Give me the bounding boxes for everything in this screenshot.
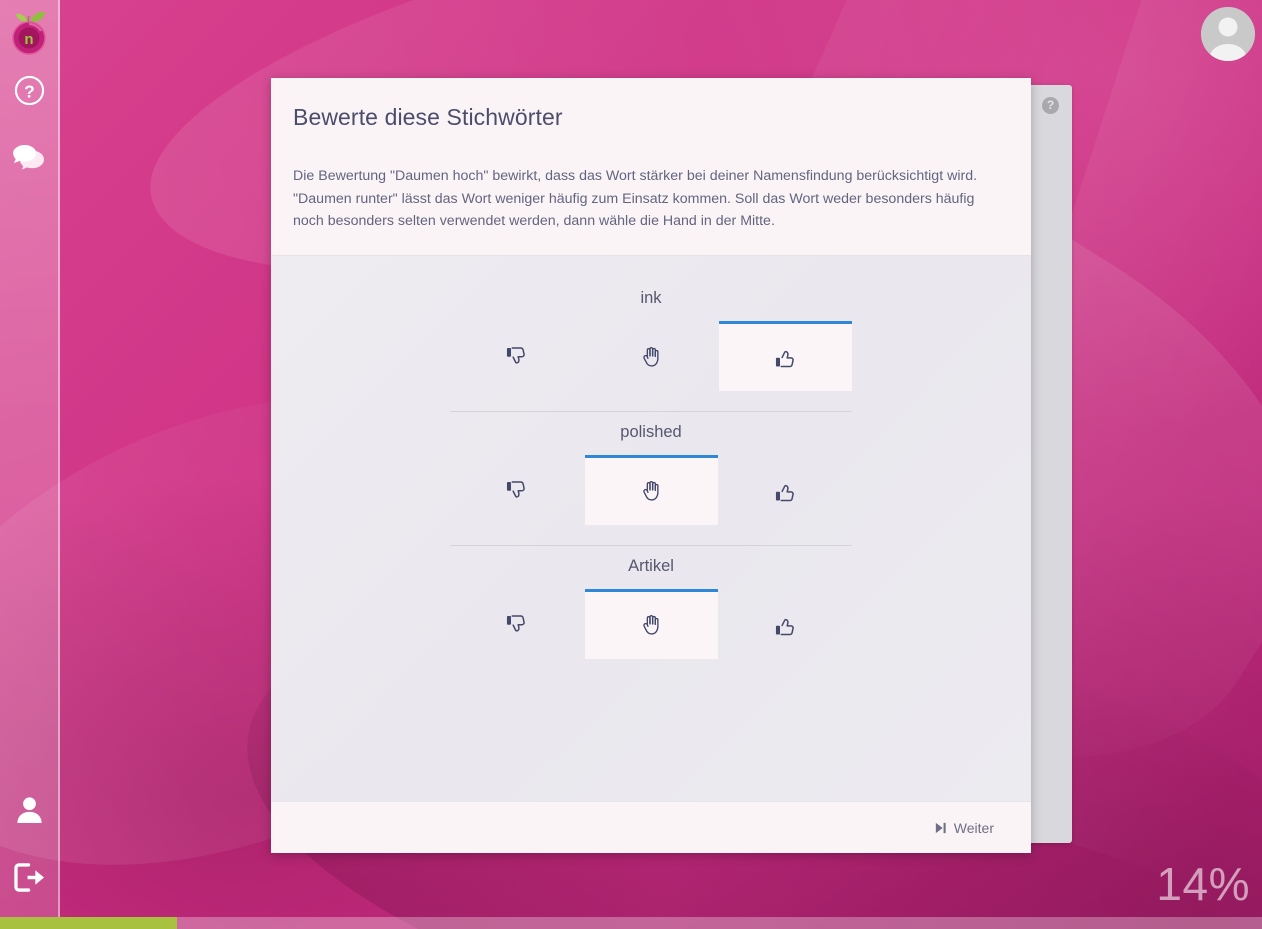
rating-option-up[interactable]	[719, 455, 852, 525]
rating-modal: Bewerte diese Stichwörter Die Bewertung …	[271, 78, 1031, 853]
progress-bar-fill	[0, 917, 177, 929]
rating-option-neutral[interactable]	[585, 321, 718, 391]
app-logo[interactable]: n	[7, 10, 51, 56]
row-separator	[450, 679, 852, 680]
keyword-rating-list: ink polished Artikel	[271, 255, 1031, 801]
open-hand-icon	[642, 480, 659, 501]
speech-bubbles-icon	[12, 144, 44, 170]
app-root: n ? Hilfe Feedback Benutzerkonto	[0, 0, 1262, 929]
keyword-label: Artikel	[628, 556, 674, 575]
avatar-placeholder-icon	[1201, 7, 1255, 61]
next-button-label: Weiter	[953, 819, 994, 836]
logout-icon	[13, 862, 44, 892]
sidebar-item-help[interactable]: ? Hilfe	[0, 56, 59, 124]
page-title: Bewerte diese Stichwörter	[293, 104, 563, 130]
rating-option-neutral[interactable]	[584, 454, 718, 525]
sidebar-item-logout[interactable]: Abmelden	[0, 843, 59, 911]
rating-option-down[interactable]	[450, 321, 583, 391]
next-button[interactable]: Weiter	[933, 816, 996, 840]
berry-logo-icon: n	[12, 11, 46, 55]
rating-option-group	[450, 454, 852, 525]
rating-option-group	[450, 320, 852, 391]
sidebar-item-feedback[interactable]: Feedback	[0, 124, 59, 192]
open-hand-icon	[642, 614, 659, 635]
side-help-panel: ?	[1030, 85, 1072, 843]
progress-bar-track	[0, 917, 1262, 929]
keyword-label: ink	[640, 288, 662, 307]
modal-header: Bewerte diese Stichwörter Die Bewertung …	[271, 78, 1031, 256]
thumbs-down-icon	[506, 346, 525, 364]
open-hand-icon	[642, 346, 659, 367]
thumbs-down-icon	[506, 614, 525, 632]
rating-option-neutral[interactable]	[584, 588, 718, 659]
thumbs-down-icon	[506, 480, 525, 498]
thumbs-up-icon	[775, 484, 794, 501]
modal-footer: Weiter	[271, 801, 1031, 853]
avatar[interactable]	[1201, 7, 1255, 61]
sidebar-item-account[interactable]: Benutzerkonto	[0, 775, 59, 843]
thumbs-up-icon	[775, 618, 794, 635]
svg-text:n: n	[24, 31, 33, 48]
question-circle-icon: ?	[14, 75, 44, 105]
keyword-rating-row: polished	[450, 412, 852, 546]
sidebar: n ? Hilfe Feedback Benutzerkonto	[0, 0, 60, 917]
question-mark-icon[interactable]: ?	[1042, 97, 1059, 114]
user-icon	[16, 796, 42, 823]
progress-percent-label: 14%	[1156, 858, 1250, 910]
svg-text:?: ?	[24, 81, 35, 101]
keyword-label: polished	[620, 422, 682, 441]
rating-option-down[interactable]	[450, 589, 583, 659]
thumbs-up-icon	[775, 350, 794, 367]
keyword-rating-row: Artikel	[450, 546, 852, 680]
rating-option-up[interactable]	[719, 589, 852, 659]
modal-description: Die Bewertung "Daumen hoch" bewirkt, das…	[293, 168, 978, 229]
keyword-rating-row: ink	[450, 278, 852, 412]
rating-option-group	[450, 588, 852, 659]
rating-option-up[interactable]	[719, 320, 852, 391]
rating-option-down[interactable]	[450, 455, 583, 525]
skip-forward-icon	[935, 822, 946, 833]
